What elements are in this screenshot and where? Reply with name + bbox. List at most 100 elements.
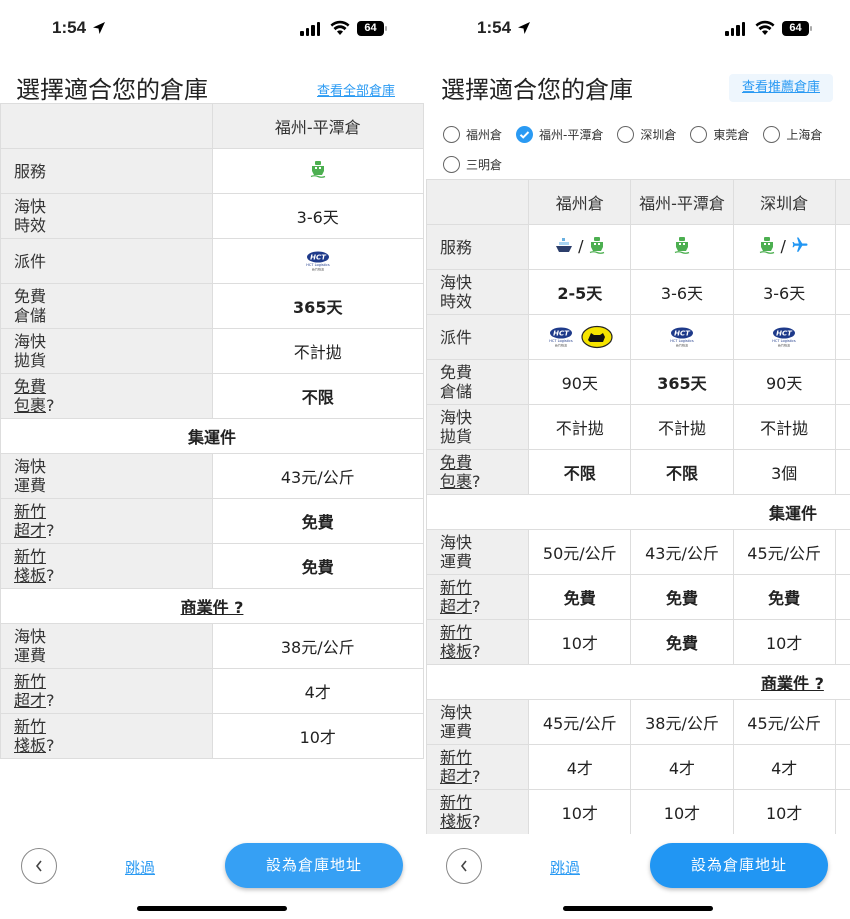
table-cell: 10才 xyxy=(732,619,836,665)
row-label[interactable]: 新竹 棧板? xyxy=(426,789,530,834)
table-row: 免費 包裹? 不限 xyxy=(0,373,424,419)
hct-logistics-logo: HCT HCT Logistics 新竹物流 xyxy=(769,326,799,348)
separator: / xyxy=(780,236,786,256)
back-button[interactable] xyxy=(446,848,482,884)
skip-link[interactable]: 跳過 xyxy=(125,857,155,878)
row-label: 派件 xyxy=(0,238,213,284)
footer: 跳過 設為倉庫地址 xyxy=(425,843,850,889)
svg-text:新竹物流: 新竹物流 xyxy=(312,267,324,272)
row-label[interactable]: 新竹 超才? xyxy=(0,498,213,544)
warehouse-radio[interactable]: 深圳倉 xyxy=(617,119,676,149)
row-label[interactable]: 新竹 超才? xyxy=(426,744,530,790)
table-cell xyxy=(834,314,850,360)
section-row: 集運件 xyxy=(0,418,424,454)
ship-icon xyxy=(310,160,326,182)
help-icon[interactable]: ? xyxy=(46,736,55,755)
set-warehouse-address-button[interactable]: 設為倉庫地址 xyxy=(225,843,403,888)
svg-text:新竹物流: 新竹物流 xyxy=(778,343,790,348)
row-label[interactable]: 免費 包裹? xyxy=(0,373,213,419)
footer: 跳過 設為倉庫地址 xyxy=(0,843,425,889)
help-icon[interactable]: ? xyxy=(472,472,481,491)
table-cell xyxy=(834,404,850,450)
section-header[interactable]: 商業件 ? xyxy=(426,664,850,700)
table-cell: 10才 xyxy=(630,789,734,834)
row-label: 海快 時效 xyxy=(426,269,530,315)
table-cell: 3個 xyxy=(732,449,836,495)
chevron-left-icon xyxy=(35,860,42,872)
table-cell: 不限 xyxy=(528,449,632,495)
table-row: 海快 拋貨 不計拋 xyxy=(0,328,424,374)
skip-link[interactable]: 跳過 xyxy=(550,857,580,878)
checked-radio-icon xyxy=(516,125,534,143)
table-cell: HCT HCT Logistics 新竹物流 xyxy=(732,314,836,360)
table-cell: 免費 xyxy=(528,574,632,620)
row-label: 免費 倉儲 xyxy=(0,283,213,329)
table-row: 海快 時效 3-6天 xyxy=(0,193,424,239)
view-recommended-button[interactable]: 查看推薦倉庫 xyxy=(729,74,833,102)
row-label: 海快 運費 xyxy=(0,623,213,669)
column-header: 福州-平潭倉 xyxy=(630,179,734,225)
table-cell: 90天 xyxy=(528,359,632,405)
column-header xyxy=(834,179,850,225)
radio-icon xyxy=(443,125,460,143)
table-row: 派件 HCT HCT Logistics 新竹物流 xyxy=(0,238,424,284)
row-label: 海快 運費 xyxy=(426,529,530,575)
column-header: 福州-平潭倉 xyxy=(211,103,424,149)
section-header: 集運件 xyxy=(426,494,850,530)
column-header: 深圳倉 xyxy=(732,179,836,225)
table-cell: 不限 xyxy=(630,449,734,495)
warehouse-radio[interactable]: 三明倉 xyxy=(443,149,502,179)
table-cell: 365天 xyxy=(630,359,734,405)
compare-table-viewport[interactable]: 福州倉 福州-平潭倉 深圳倉 服務 / / 海快 時效 2-5天 3-6天 3-6天 派件 HCT… xyxy=(426,179,850,834)
home-indicator xyxy=(563,906,713,911)
svg-text:HCT Logistics: HCT Logistics xyxy=(772,339,796,343)
help-icon[interactable]: ? xyxy=(472,812,481,831)
table-cell: 10才 xyxy=(528,619,632,665)
help-icon[interactable]: ? xyxy=(46,566,55,585)
row-label: 派件 xyxy=(426,314,530,360)
row-label[interactable]: 新竹 超才? xyxy=(426,574,530,620)
help-icon[interactable]: ? xyxy=(46,691,55,710)
table-cell: 4才 xyxy=(211,668,424,714)
status-bar: 1:54 64 xyxy=(0,18,425,42)
table-cell: 2-5天 xyxy=(528,269,632,315)
help-icon[interactable]: ? xyxy=(472,642,481,661)
compare-table: 福州倉 福州-平潭倉 深圳倉 服務 / / 海快 時效 2-5天 3-6天 3-6天 派件 HCT… xyxy=(426,179,850,834)
table-row: 服務 / / xyxy=(426,224,850,270)
table-cell xyxy=(834,224,850,270)
table-cell xyxy=(834,699,850,745)
section-header: 集運件 xyxy=(0,418,424,454)
back-button[interactable] xyxy=(21,848,57,884)
warehouse-radio[interactable]: 東莞倉 xyxy=(690,119,749,149)
help-icon[interactable]: ? xyxy=(46,521,55,540)
table-cell: 365天 xyxy=(211,283,424,329)
table-cell xyxy=(211,148,424,194)
corner-cell xyxy=(426,179,530,225)
help-icon[interactable]: ? xyxy=(472,597,481,616)
row-label: 海快 拋貨 xyxy=(426,404,530,450)
corner-cell xyxy=(0,103,213,149)
table-row: 海快 運費 38元/公斤 xyxy=(0,623,424,669)
section-row: 商業件 ? xyxy=(0,588,424,624)
location-arrow-icon xyxy=(92,20,106,39)
home-indicator xyxy=(137,906,287,911)
table-row: 免費 倉儲 365天 xyxy=(0,283,424,329)
table-cell: 90天 xyxy=(732,359,836,405)
row-label[interactable]: 新竹 超才? xyxy=(0,668,213,714)
warehouse-radio[interactable]: 福州-平潭倉 xyxy=(516,119,603,149)
view-all-warehouses-link[interactable]: 查看全部倉庫 xyxy=(317,80,395,99)
svg-text:HCT Logistics: HCT Logistics xyxy=(306,263,330,267)
row-label[interactable]: 新竹 棧板? xyxy=(426,619,530,665)
help-icon[interactable]: ? xyxy=(46,396,55,415)
section-header[interactable]: 商業件 ? xyxy=(0,588,424,624)
row-label[interactable]: 免費 包裹? xyxy=(426,449,530,495)
warehouse-radio[interactable]: 上海倉 xyxy=(763,119,822,149)
row-label[interactable]: 新竹 棧板? xyxy=(0,543,213,589)
warehouse-radio[interactable]: 福州倉 xyxy=(443,119,502,149)
table-cell: 不限 xyxy=(211,373,424,419)
battery-icon: 64 xyxy=(782,21,812,36)
row-label[interactable]: 新竹 棧板? xyxy=(0,713,213,759)
help-icon[interactable]: ? xyxy=(472,767,481,786)
set-warehouse-address-button[interactable]: 設為倉庫地址 xyxy=(650,843,828,888)
row-label: 海快 運費 xyxy=(0,453,213,499)
